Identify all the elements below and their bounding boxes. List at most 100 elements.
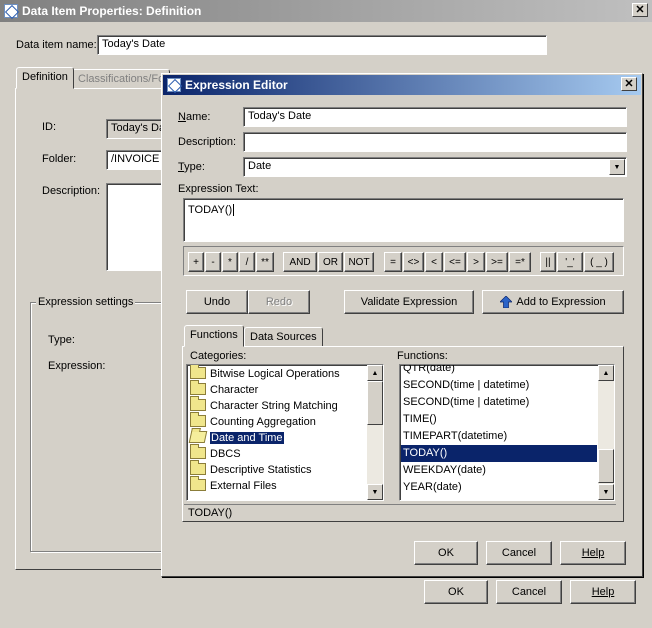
op-and-button[interactable]: AND	[283, 252, 317, 272]
editor-name-input[interactable]: Today's Date	[243, 107, 627, 127]
data-item-name-input[interactable]: Today's Date	[97, 35, 547, 55]
editor-name-label: Name:	[178, 111, 211, 123]
categories-list[interactable]: Bitwise Logical Operations Character Chara…	[186, 364, 384, 501]
outer-help-label: Help	[591, 586, 615, 598]
category-item[interactable]: Counting Aggregation	[188, 412, 383, 430]
app-icon	[4, 4, 18, 18]
scroll-thumb[interactable]	[367, 381, 383, 425]
op-parens-button[interactable]: ( _ )	[584, 252, 614, 272]
op-plus-button[interactable]: +	[188, 252, 204, 272]
function-item[interactable]: TIMEPART(datetime)	[401, 428, 597, 445]
folder-input[interactable]: /INVOICE	[106, 150, 166, 170]
expression-text-label: Expression Text:	[178, 183, 259, 195]
op-multiply-button[interactable]: *	[222, 252, 238, 272]
tab-definition[interactable]: Definition	[16, 67, 74, 89]
function-status-bar: TODAY()	[184, 504, 616, 520]
editor-close-icon[interactable]: ✕	[621, 77, 637, 91]
op-less-equal-button[interactable]: <=	[444, 252, 466, 272]
category-item[interactable]: Date and Time	[188, 430, 383, 446]
outer-type-label: Type:	[48, 334, 75, 346]
scroll-down-icon[interactable]: ▼	[367, 484, 383, 500]
op-not-button[interactable]: NOT	[344, 252, 374, 272]
function-item[interactable]: TODAY()	[401, 445, 597, 462]
redo-button[interactable]: Redo	[248, 290, 310, 314]
category-item[interactable]: Descriptive Statistics	[188, 460, 383, 478]
categories-label: Categories:	[190, 350, 247, 362]
tab-classifications[interactable]: Classifications/Fo	[72, 69, 171, 89]
tab-data-sources-label: Data Sources	[250, 331, 317, 343]
tab-functions[interactable]: Functions	[184, 325, 244, 347]
function-item[interactable]: QTR(date)	[401, 365, 597, 377]
function-status-text: TODAY()	[188, 507, 233, 519]
folder-icon	[190, 365, 206, 379]
op-less-button[interactable]: <	[425, 252, 443, 272]
undo-button[interactable]: Undo	[186, 290, 248, 314]
op-greater-equal-button[interactable]: >=	[486, 252, 508, 272]
chevron-down-icon[interactable]: ▼	[609, 159, 625, 175]
validate-expression-button[interactable]: Validate Expression	[344, 290, 474, 314]
function-item[interactable]: SECOND(time | datetime)	[401, 377, 597, 394]
folder-icon	[190, 396, 206, 411]
functions-scrollbar[interactable]: ▲ ▼	[598, 365, 614, 500]
op-greater-button[interactable]: >	[467, 252, 485, 272]
function-item[interactable]: YEAR(date)	[401, 479, 597, 496]
category-item-label: Character String Matching	[210, 400, 338, 412]
tab-functions-label: Functions	[190, 329, 238, 341]
category-item[interactable]: External Files	[188, 476, 383, 494]
editor-help-button[interactable]: Help	[560, 541, 626, 565]
categories-items: Bitwise Logical Operations Character Chara…	[188, 365, 383, 494]
text-cursor	[233, 204, 238, 216]
function-item[interactable]: SECOND(time | datetime)	[401, 394, 597, 411]
fn-scroll-down-icon[interactable]: ▼	[598, 484, 614, 500]
category-item[interactable]: Character	[188, 380, 383, 398]
outer-title: Data Item Properties: Definition	[22, 4, 202, 18]
op-sounds-like-button[interactable]: =*	[509, 252, 531, 272]
op-divide-button[interactable]: /	[239, 252, 255, 272]
outer-cancel-button[interactable]: Cancel	[496, 580, 562, 604]
outer-ok-button[interactable]: OK	[424, 580, 488, 604]
editor-description-label: Description:	[178, 136, 237, 148]
op-quote-button[interactable]: '_'	[557, 252, 583, 272]
tab-classifications-label: Classifications/Fo	[78, 73, 165, 85]
functions-items: QTR(date) SECOND(time | datetime) SECOND(t…	[401, 365, 597, 496]
category-item-label: Descriptive Statistics	[210, 464, 312, 476]
category-item-label: Character	[210, 384, 259, 396]
editor-cancel-button[interactable]: Cancel	[486, 541, 552, 565]
function-item[interactable]: TIME()	[401, 411, 597, 428]
id-input: Today's Da	[106, 119, 166, 139]
op-equal-button[interactable]: =	[384, 252, 402, 272]
editor-title-bar[interactable]: Expression Editor ✕	[163, 75, 641, 95]
category-item[interactable]: Bitwise Logical Operations	[188, 365, 383, 382]
add-to-expression-label: Add to Expression	[516, 296, 606, 308]
op-power-button[interactable]: **	[256, 252, 274, 272]
category-item[interactable]: DBCS	[188, 444, 383, 462]
add-to-expression-button[interactable]: Add to Expression	[482, 290, 624, 314]
expression-text-input[interactable]: TODAY()	[183, 198, 624, 242]
outer-help-button[interactable]: Help	[570, 580, 636, 604]
folder-icon	[190, 412, 206, 427]
fn-scroll-up-icon[interactable]: ▲	[598, 365, 614, 381]
data-item-name-label: Data item name:	[16, 39, 97, 51]
category-item[interactable]: Character String Matching	[188, 396, 383, 414]
editor-ok-button[interactable]: OK	[414, 541, 478, 565]
category-item-label: Date and Time	[210, 432, 284, 444]
functions-list[interactable]: QTR(date) SECOND(time | datetime) SECOND(t…	[399, 364, 615, 501]
outer-title-bar[interactable]: Data Item Properties: Definition ✕	[0, 0, 652, 22]
folder-icon	[190, 444, 206, 459]
category-item-label: Counting Aggregation	[210, 416, 316, 428]
outer-description-label: Description:	[42, 185, 101, 197]
tab-definition-label: Definition	[22, 71, 68, 83]
op-concat-button[interactable]: ||	[540, 252, 556, 272]
op-minus-button[interactable]: -	[205, 252, 221, 272]
type-select[interactable]: Date ▼	[243, 157, 627, 177]
scroll-up-icon[interactable]: ▲	[367, 365, 383, 381]
editor-description-input[interactable]	[243, 132, 627, 152]
op-or-button[interactable]: OR	[318, 252, 343, 272]
outer-description-input[interactable]	[106, 183, 166, 271]
fn-scroll-thumb[interactable]	[598, 449, 614, 483]
function-item[interactable]: WEEKDAY(date)	[401, 462, 597, 479]
tab-data-sources[interactable]: Data Sources	[244, 327, 323, 347]
categories-scrollbar[interactable]: ▲ ▼	[367, 365, 383, 500]
outer-close-icon[interactable]: ✕	[632, 3, 648, 17]
op-not-equal-button[interactable]: <>	[403, 252, 424, 272]
